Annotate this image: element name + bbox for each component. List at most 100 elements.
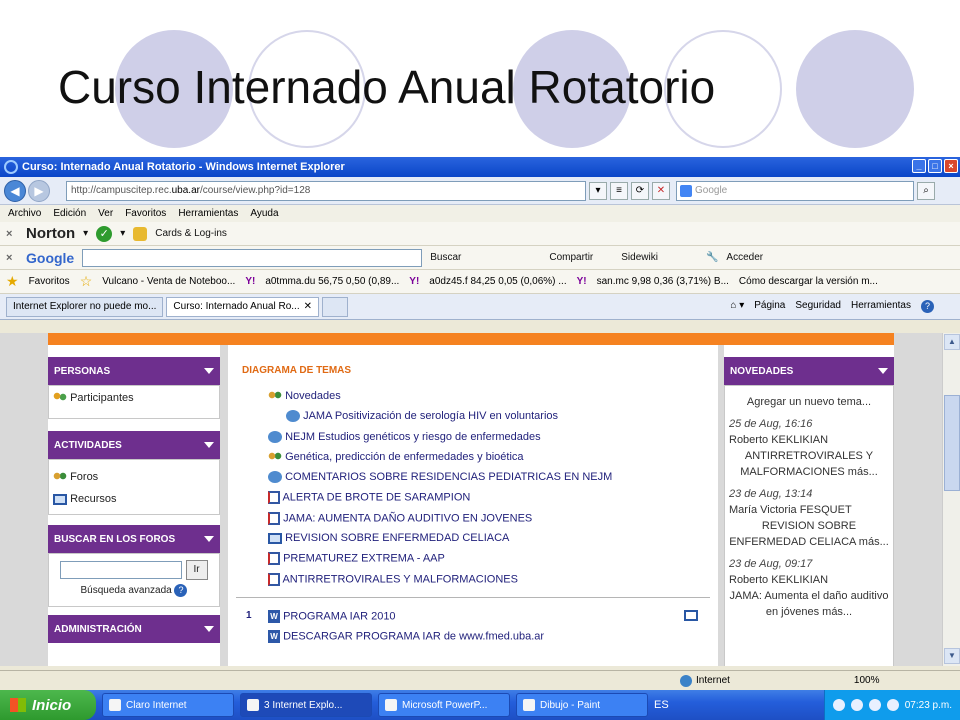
new-tab-button[interactable] xyxy=(322,296,348,317)
collapse-icon[interactable] xyxy=(204,368,214,374)
favorite-link[interactable]: a0dz45.f 84,25 0,05 (0,06%) ... xyxy=(429,276,566,287)
close-toolbar-icon[interactable]: × xyxy=(6,228,18,240)
star-icon[interactable]: ★ xyxy=(6,273,19,290)
admin-block-header[interactable]: ADMINISTRACIÓN xyxy=(48,615,220,643)
compartir-button[interactable]: Compartir xyxy=(549,252,593,263)
cards-logins-button[interactable]: Cards & Log-ins xyxy=(155,228,227,239)
scroll-up-icon[interactable]: ▲ xyxy=(944,334,960,350)
personas-block-header[interactable]: PERSONAS xyxy=(48,357,220,385)
minimize-button[interactable]: _ xyxy=(912,159,926,173)
scroll-thumb[interactable] xyxy=(944,395,960,491)
sidewiki-button[interactable]: Sidewiki xyxy=(621,252,658,263)
zoom-level[interactable]: 100% xyxy=(854,675,880,686)
collapse-icon[interactable] xyxy=(204,626,214,632)
topic-link[interactable]: COMENTARIOS SOBRE RESIDENCIAS PEDIATRICA… xyxy=(285,471,612,483)
block-title: PERSONAS xyxy=(54,365,111,377)
pagina-menu[interactable]: Página xyxy=(754,300,785,313)
tray-icon[interactable] xyxy=(832,699,845,711)
taskbar-item-powerpoint[interactable]: Microsoft PowerP... xyxy=(378,693,510,717)
favorite-link[interactable]: a0tmma.du 56,75 0,50 (0,89... xyxy=(265,276,399,287)
topic-link[interactable]: ANTIRRETROVIRALES Y MALFORMACIONES xyxy=(282,573,518,585)
scroll-down-icon[interactable]: ▼ xyxy=(944,648,960,664)
seguridad-menu[interactable]: Seguridad xyxy=(795,300,841,313)
favorite-link[interactable]: Vulcano - Venta de Noteboo... xyxy=(102,276,235,287)
menu-herramientas[interactable]: Herramientas xyxy=(178,208,238,219)
pdf-icon xyxy=(268,552,280,566)
forward-button[interactable]: ▶ xyxy=(28,179,50,202)
close-toolbar-icon[interactable]: × xyxy=(6,252,18,264)
buscar-button[interactable]: Buscar xyxy=(430,252,461,263)
post-text[interactable]: JAMA: Aumenta el daño auditivo en jóvene… xyxy=(729,588,889,620)
actividades-block-header[interactable]: ACTIVIDADES xyxy=(48,431,220,459)
show-section-icon[interactable] xyxy=(684,609,698,621)
topic-link[interactable]: Novedades xyxy=(285,390,341,402)
url-field[interactable]: http://campuscitep.rec. uba.ar/course/vie… xyxy=(66,180,586,201)
search-input[interactable]: Google xyxy=(676,180,914,201)
help-icon[interactable]: ? xyxy=(921,300,934,313)
start-button[interactable]: Inicio xyxy=(0,690,96,720)
menu-ayuda[interactable]: Ayuda xyxy=(250,208,278,219)
menu-archivo[interactable]: Archivo xyxy=(8,208,41,219)
collapse-icon[interactable] xyxy=(878,368,888,374)
menu-favoritos[interactable]: Favoritos xyxy=(125,208,166,219)
language-indicator[interactable]: ES xyxy=(654,699,669,711)
topic-link[interactable]: ALERTA DE BROTE DE SARAMPION xyxy=(282,492,470,504)
topic-link[interactable]: REVISION SOBRE ENFERMEDAD CELIACA xyxy=(285,532,509,544)
topic-link[interactable]: JAMA: AUMENTA DAÑO AUDITIVO EN JOVENES xyxy=(283,512,532,524)
close-tab-icon[interactable]: ✕ xyxy=(304,301,312,312)
post-text[interactable]: REVISION SOBRE ENFERMEDAD CELIACA más... xyxy=(729,518,889,550)
maximize-button[interactable]: □ xyxy=(928,159,942,173)
herramientas-menu[interactable]: Herramientas xyxy=(851,300,911,313)
forum-search-input[interactable] xyxy=(60,561,183,579)
buscar-block-header[interactable]: BUSCAR EN LOS FOROS xyxy=(48,525,220,553)
topic-link[interactable]: JAMA Positivización de serología HIV en … xyxy=(303,410,558,422)
recursos-link[interactable]: Recursos xyxy=(70,493,116,505)
post-text[interactable]: ANTIRRETROVIRALES Y MALFORMACIONES más..… xyxy=(729,448,889,480)
taskbar-item-claro[interactable]: Claro Internet xyxy=(102,693,234,717)
menu-ver[interactable]: Ver xyxy=(98,208,113,219)
resource-link[interactable]: DESCARGAR PROGRAMA IAR de www.fmed.uba.a… xyxy=(283,630,544,642)
help-icon[interactable]: ? xyxy=(174,584,188,597)
stop-icon[interactable]: ✕ xyxy=(652,181,670,200)
tray-icon[interactable] xyxy=(886,699,899,711)
header-strip xyxy=(48,333,894,345)
topic-link[interactable]: PREMATUREZ EXTREMA - AAP xyxy=(283,553,445,565)
clock[interactable]: 07:23 p.m. xyxy=(905,700,952,711)
collapse-icon[interactable] xyxy=(204,536,214,542)
busqueda-avanzada-link[interactable]: Búsqueda avanzada xyxy=(81,585,172,596)
home-icon[interactable]: ⌂ ▾ xyxy=(730,300,744,313)
vertical-scrollbar[interactable]: ▲ ▼ xyxy=(942,333,960,666)
tray-icon[interactable] xyxy=(850,699,863,711)
add-favorite-icon[interactable]: ☆ xyxy=(80,273,93,290)
back-button[interactable]: ◀ xyxy=(4,179,26,202)
foros-link[interactable]: Foros xyxy=(70,471,98,483)
dropdown-button[interactable]: ▾ xyxy=(589,181,607,200)
compat-icon[interactable]: ≡ xyxy=(610,181,628,200)
tab-ie-error[interactable]: Internet Explorer no puede mo... xyxy=(6,296,164,317)
collapse-icon[interactable] xyxy=(204,442,214,448)
list-item: W DESCARGAR PROGRAMA IAR de www.fmed.uba… xyxy=(268,629,718,650)
acceder-button[interactable]: Acceder xyxy=(726,252,763,263)
check-icon[interactable]: ✓ xyxy=(96,225,113,242)
participantes-link[interactable]: Participantes xyxy=(70,392,134,404)
topic-link[interactable]: NEJM Estudios genéticos y riesgo de enfe… xyxy=(285,431,541,443)
taskbar-item-ie[interactable]: 3 Internet Explo... xyxy=(240,693,372,717)
tray-icon[interactable] xyxy=(868,699,881,711)
search-icon[interactable]: ⌕ xyxy=(917,181,935,200)
ir-button[interactable]: Ir xyxy=(185,560,208,580)
favorite-link[interactable]: san.mc 9,98 0,36 (3,71%) B... xyxy=(597,276,729,287)
refresh-icon[interactable]: ⟳ xyxy=(631,181,649,200)
close-button[interactable]: × xyxy=(944,159,958,173)
favorites-button[interactable]: Favoritos xyxy=(29,276,70,287)
topic-link[interactable]: Genética, predicción de enfermedades y b… xyxy=(285,451,523,463)
resource-link[interactable]: PROGRAMA IAR 2010 xyxy=(283,610,396,622)
google-search-input[interactable] xyxy=(82,248,423,267)
novedades-block-header[interactable]: NOVEDADES xyxy=(724,357,894,385)
tab-curso[interactable]: Curso: Internado Anual Ro... ✕ xyxy=(166,296,319,317)
menu-edicion[interactable]: Edición xyxy=(53,208,86,219)
wrench-icon[interactable]: 🔧 xyxy=(706,252,718,263)
taskbar-item-paint[interactable]: Dibujo - Paint xyxy=(516,693,648,717)
add-topic-link[interactable]: Agregar un nuevo tema... xyxy=(729,394,889,410)
favorite-link[interactable]: Cómo descargar la versión m... xyxy=(739,276,878,287)
norton-logo[interactable]: Norton xyxy=(26,225,75,242)
